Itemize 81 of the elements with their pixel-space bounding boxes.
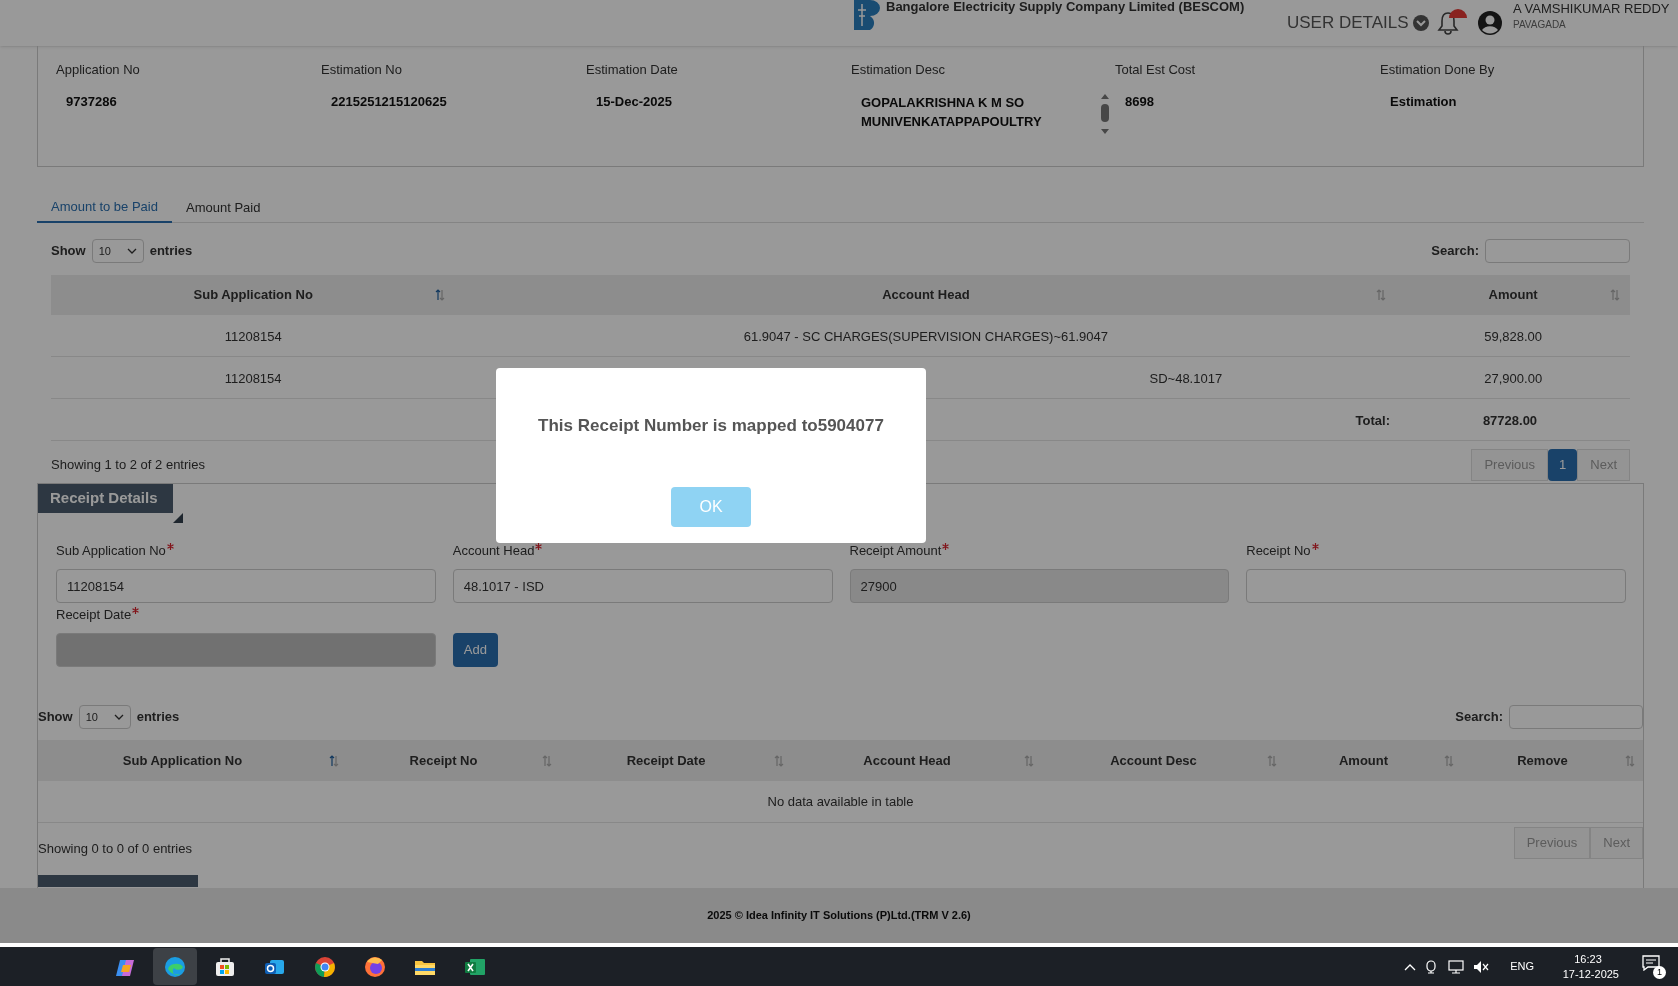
field-value: Estimation — [1389, 92, 1458, 111]
notification-bell-icon[interactable] — [1437, 11, 1459, 35]
page-size-select[interactable]: 10 — [78, 705, 131, 729]
search-field[interactable] — [1485, 239, 1630, 263]
column-header[interactable]: Account Desc — [1042, 740, 1285, 781]
table-info: Showing 1 to 2 of 2 entries — [51, 456, 205, 475]
ribbon-fold-icon — [173, 513, 183, 523]
page-size-select[interactable]: 10 — [91, 239, 144, 263]
total-label: Total: — [1355, 412, 1390, 428]
chevron-up-icon — [1404, 962, 1417, 971]
input-field[interactable]: 11208154 — [56, 569, 436, 603]
field-label: Application No — [56, 61, 141, 79]
field-value: 9737286 — [65, 92, 118, 111]
field-value: 15-Dec-2025 — [595, 92, 673, 111]
search-label: Search: — [1431, 242, 1479, 261]
field-label: Estimation Done By — [1380, 61, 1496, 79]
language-indicator[interactable]: ENG — [1510, 958, 1534, 975]
volume-muted-icon — [1473, 959, 1490, 974]
input-field[interactable]: 27900 — [849, 569, 1230, 603]
field-label: Estimation Desc — [851, 61, 946, 79]
add-button[interactable]: Add — [452, 633, 498, 667]
company-name: Bangalore Electricity Supply Company Limited (BESCOM) — [886, 0, 1245, 14]
search-label: Search: — [1455, 708, 1503, 727]
field-value: 2215251215120625 — [330, 92, 448, 111]
show-label: Show — [38, 708, 73, 727]
total-value: 87728.00 — [1482, 412, 1538, 428]
notification-center-icon — [1642, 954, 1660, 971]
column-header[interactable]: Sub Application No — [38, 740, 347, 781]
clock[interactable]: 16:23 17-12-2025 — [1557, 951, 1619, 982]
field-label: Sub Application No — [56, 541, 436, 559]
field-label: Account Head — [452, 541, 833, 559]
scrollbar-icon — [1099, 92, 1111, 135]
input-field[interactable] — [1246, 569, 1626, 603]
column-header[interactable]: Amount — [1396, 275, 1630, 315]
column-header[interactable]: Amount — [1285, 740, 1462, 781]
field-label: Estimation Date — [586, 61, 679, 79]
column-header[interactable]: Account Head — [792, 740, 1042, 781]
field-value: GOPALAKRISHNA K M SO MUNIVENKATAPPAPOULTRY — [861, 93, 1043, 131]
notification-badge-icon — [1449, 8, 1467, 18]
entries-label: entries — [136, 708, 180, 727]
empty-table-message: No data available in table — [767, 792, 914, 811]
column-header[interactable]: Receipt Date — [560, 740, 792, 781]
network-icon — [1448, 959, 1465, 974]
show-label: Show — [51, 242, 86, 261]
chevron-down-icon — [113, 714, 124, 720]
chevron-down-icon — [1412, 15, 1429, 31]
field-label: Estimation No — [321, 61, 403, 79]
chevron-down-icon — [126, 248, 137, 254]
modal-message: This Receipt Number is mapped to5904077 — [538, 415, 884, 437]
store-icon — [214, 955, 236, 978]
field-value: 8698 — [1124, 92, 1155, 111]
field-label: Receipt Date — [56, 605, 436, 623]
table-cell: 11208154 — [224, 328, 282, 344]
table-cell: 59,828.00 — [1484, 328, 1543, 344]
browser-icon — [364, 955, 386, 978]
browser-icon — [164, 955, 186, 978]
column-header[interactable]: Remove — [1462, 740, 1643, 781]
user-location: PAVAGADA — [1513, 18, 1567, 32]
column-header[interactable]: Receipt No — [347, 740, 560, 781]
tab[interactable]: Amount Paid — [171, 192, 275, 223]
input-field[interactable]: 48.1017 - ISD — [452, 569, 833, 603]
pagination-button[interactable]: 1 — [1548, 449, 1578, 481]
table-cell: SD~48.1017 — [1149, 370, 1223, 386]
table-info: Showing 0 to 0 of 0 entries — [38, 840, 192, 859]
user-name: A VAMSHIKUMAR REDDY — [1513, 1, 1670, 16]
user-details-menu[interactable]: USER DETAILS — [1287, 8, 1437, 38]
entries-label: entries — [149, 242, 193, 261]
tab[interactable]: Amount to be Paid — [37, 192, 172, 223]
field-label: Receipt No — [1246, 541, 1626, 559]
column-header[interactable]: Sub Application No — [51, 275, 456, 315]
search-field[interactable] — [1509, 705, 1643, 729]
field-label: Total Est Cost — [1115, 61, 1197, 79]
table-cell: 27,900.00 — [1484, 370, 1543, 386]
notification-count: 1 — [1653, 965, 1666, 979]
table-cell: 61.9047 - SC CHARGES(SUPERVISION CHARGES)~61.9047 — [743, 328, 1109, 344]
browser-icon — [314, 955, 336, 978]
table-cell: 11208154 — [224, 370, 282, 386]
column-header[interactable]: Account Head — [455, 275, 1397, 315]
footer-text: 2025 © Idea Infinity IT Solutions (P)Ltd.(TRM V 2.6) — [707, 908, 971, 924]
field-label: Receipt Amount — [849, 541, 1230, 559]
avatar-icon — [1477, 10, 1503, 36]
